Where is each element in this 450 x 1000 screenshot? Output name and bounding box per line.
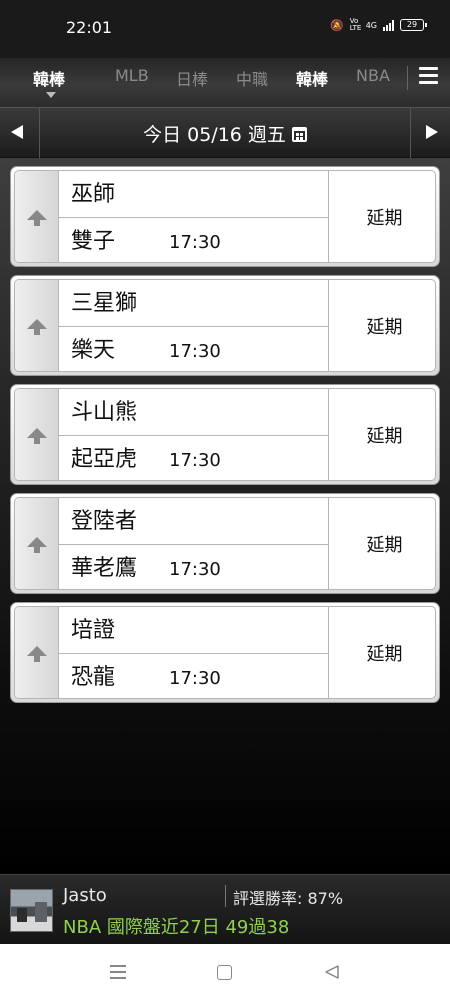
up-arrow-icon xyxy=(27,428,47,444)
hamburger-menu-icon[interactable] xyxy=(419,67,438,84)
prev-date-button[interactable] xyxy=(0,108,40,158)
game-status: 延期 xyxy=(328,389,435,480)
away-team-row: 斗山熊 xyxy=(59,389,328,436)
tab-kbo-2[interactable]: 韓棒 xyxy=(296,66,328,90)
away-team-row: 三星獅 xyxy=(59,280,328,327)
card-arrow[interactable] xyxy=(15,607,59,698)
home-team-name: 雙子 xyxy=(71,229,116,254)
tab-kbo[interactable]: 韓棒 xyxy=(33,66,65,90)
mute-icon: 🔕 xyxy=(330,18,344,32)
game-status: 延期 xyxy=(328,280,435,371)
home-team-name: 華老鷹 xyxy=(71,556,138,581)
home-team-name: 樂天 xyxy=(71,338,116,363)
up-arrow-icon xyxy=(27,319,47,335)
home-team-row: 恐龍 17:30 xyxy=(59,654,328,698)
game-status: 延期 xyxy=(328,498,435,589)
game-time: 17:30 xyxy=(169,450,221,471)
user-name: Jasto xyxy=(63,885,107,906)
up-arrow-icon xyxy=(27,537,47,553)
home-team-row: 樂天 17:30 xyxy=(59,327,328,371)
card-arrow[interactable] xyxy=(15,389,59,480)
game-time: 17:30 xyxy=(169,341,221,362)
tab-cpbl[interactable]: 中職 xyxy=(236,66,268,90)
up-arrow-icon xyxy=(27,210,47,226)
game-time: 17:30 xyxy=(169,668,221,689)
card-arrow[interactable] xyxy=(15,498,59,589)
away-team-name: 登陸者 xyxy=(71,509,138,534)
tab-nba[interactable]: NBA xyxy=(356,66,390,85)
away-team-name: 培證 xyxy=(71,618,116,643)
up-arrow-icon xyxy=(27,646,47,662)
date-bar: 今日 05/16 週五 xyxy=(0,108,450,158)
away-team-name: 斗山熊 xyxy=(71,400,138,425)
avatar[interactable] xyxy=(10,889,53,932)
game-list: 巫師 雙子 17:30 延期 三星獅 樂天 17:30 延期 斗山熊 起亞虎 17:3… xyxy=(0,158,450,874)
status-bar: 22:01 🔕 Vo LTE 4G 29 xyxy=(0,0,450,58)
card-arrow[interactable] xyxy=(15,171,59,262)
away-team-name: 巫師 xyxy=(71,182,116,207)
home-icon[interactable] xyxy=(217,965,232,980)
divider xyxy=(225,885,226,907)
home-team-row: 起亞虎 17:30 xyxy=(59,436,328,480)
network-label: 4G xyxy=(365,20,377,30)
tab-divider xyxy=(407,66,408,90)
home-team-row: 雙子 17:30 xyxy=(59,218,328,262)
user-info-bar[interactable]: Jasto 評選勝率: 87% NBA 國際盤近27日 49過38 xyxy=(0,874,450,944)
tab-mlb[interactable]: MLB xyxy=(115,66,149,85)
battery-icon: 29 xyxy=(400,19,427,31)
home-team-name: 恐龍 xyxy=(71,665,116,690)
win-rate: 評選勝率: 87% xyxy=(233,889,344,908)
calendar-icon xyxy=(291,127,307,142)
date-picker[interactable]: 今日 05/16 週五 xyxy=(40,120,410,147)
user-record: NBA 國際盤近27日 49過38 xyxy=(63,917,290,938)
away-team-row: 培證 xyxy=(59,607,328,654)
volte-label: Vo LTE xyxy=(349,17,362,32)
signal-icon xyxy=(383,19,394,31)
date-label: 今日 05/16 週五 xyxy=(143,124,286,146)
system-nav-bar xyxy=(0,944,450,1000)
home-team-row: 華老鷹 17:30 xyxy=(59,545,328,589)
recent-apps-icon[interactable] xyxy=(110,965,126,979)
back-icon[interactable] xyxy=(324,964,340,980)
sport-tab-bar: 韓棒 MLB 日棒 中職 韓棒 NBA xyxy=(0,58,450,108)
away-team-row: 巫師 xyxy=(59,171,328,218)
game-time: 17:30 xyxy=(169,559,221,580)
game-card[interactable]: 登陸者 華老鷹 17:30 延期 xyxy=(10,493,440,594)
game-card[interactable]: 培證 恐龍 17:30 延期 xyxy=(10,602,440,703)
game-status: 延期 xyxy=(328,171,435,262)
chevron-down-icon xyxy=(46,92,56,98)
game-card[interactable]: 三星獅 樂天 17:30 延期 xyxy=(10,275,440,376)
card-arrow[interactable] xyxy=(15,280,59,371)
tab-npb[interactable]: 日棒 xyxy=(176,66,208,90)
next-date-button[interactable] xyxy=(410,108,450,158)
away-team-row: 登陸者 xyxy=(59,498,328,545)
game-status: 延期 xyxy=(328,607,435,698)
status-icons: 🔕 Vo LTE 4G 29 xyxy=(330,17,427,32)
status-time: 22:01 xyxy=(66,18,113,37)
home-team-name: 起亞虎 xyxy=(71,447,138,472)
game-card[interactable]: 斗山熊 起亞虎 17:30 延期 xyxy=(10,384,440,485)
game-time: 17:30 xyxy=(169,232,221,253)
game-card[interactable]: 巫師 雙子 17:30 延期 xyxy=(10,166,440,267)
away-team-name: 三星獅 xyxy=(71,291,138,316)
